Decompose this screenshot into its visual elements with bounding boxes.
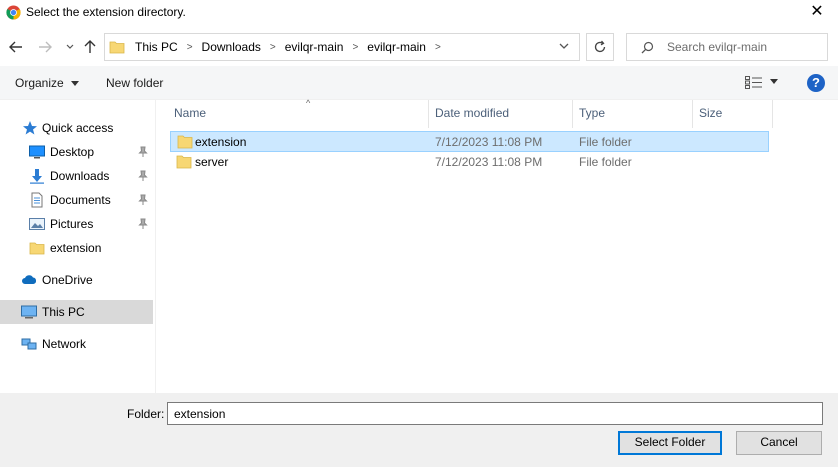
breadcrumb-this-pc[interactable]: This PC: [135, 40, 178, 54]
column-header-name[interactable]: Name ^: [168, 98, 429, 128]
arrow-up-icon: [84, 40, 96, 53]
chevron-down-icon: [66, 44, 74, 49]
pin-icon[interactable]: [138, 194, 148, 206]
folder-icon: [109, 41, 125, 54]
search-icon: [641, 41, 654, 54]
sidebar-item-downloads[interactable]: Downloads: [0, 164, 153, 188]
pin-icon[interactable]: [138, 218, 148, 230]
file-type: File folder: [579, 135, 632, 149]
breadcrumb: This PC > Downloads > evilqr-main > evil…: [135, 40, 450, 54]
folder-field[interactable]: [167, 402, 823, 425]
command-bar: Organize New folder ?: [0, 66, 838, 100]
sort-ascending-icon: ^: [306, 98, 311, 108]
pin-icon[interactable]: [138, 170, 148, 182]
sidebar-item-label: Downloads: [50, 169, 110, 183]
column-size-label: Size: [699, 106, 723, 120]
column-type-label: Type: [579, 106, 606, 120]
forward-button[interactable]: [37, 39, 53, 55]
view-details-icon[interactable]: [745, 76, 763, 89]
pictures-icon: [29, 218, 45, 230]
sidebar-item-onedrive[interactable]: OneDrive: [0, 268, 153, 292]
desktop-icon: [29, 145, 45, 159]
column-header-type[interactable]: Type: [573, 100, 693, 128]
file-name: server: [195, 155, 229, 169]
folder-icon: [176, 155, 192, 169]
address-dropdown-icon[interactable]: [559, 42, 569, 50]
breadcrumb-evilqr-main-current[interactable]: evilqr-main: [367, 40, 426, 54]
dialog-footer: Folder: Select Folder Cancel: [0, 393, 838, 467]
cloud-icon: [22, 275, 37, 284]
sidebar-item-this-pc[interactable]: This PC: [0, 300, 153, 324]
chrome-icon: [6, 5, 21, 20]
cancel-button[interactable]: Cancel: [736, 431, 822, 455]
help-button[interactable]: ?: [807, 74, 825, 92]
recent-locations-button[interactable]: [62, 39, 78, 55]
refresh-icon: [594, 40, 606, 53]
sidebar-item-label: This PC: [42, 305, 85, 319]
sidebar-item-label: Network: [42, 337, 87, 351]
sidebar-item-label: Desktop: [50, 145, 95, 159]
column-header-date[interactable]: Date modified: [429, 100, 573, 128]
navigation-bar: This PC > Downloads > evilqr-main > evil…: [0, 26, 838, 66]
close-button[interactable]: ✕: [806, 3, 828, 21]
sidebar-item-documents[interactable]: Documents: [0, 188, 153, 212]
sidebar-item-network[interactable]: Network: [0, 332, 153, 356]
up-button[interactable]: [82, 39, 98, 55]
organize-menu[interactable]: Organize: [15, 76, 80, 90]
chevron-right-icon[interactable]: >: [352, 42, 358, 53]
file-list: Name ^ Date modified Type Size extension…: [156, 98, 838, 393]
table-row[interactable]: server 7/12/2023 11:08 PM File folder: [170, 152, 769, 173]
sidebar-item-label: extension: [50, 241, 102, 255]
sidebar-item-label: Documents: [50, 193, 111, 207]
chevron-right-icon[interactable]: >: [187, 42, 193, 53]
chevron-right-icon[interactable]: >: [270, 42, 276, 53]
sidebar-item-extension[interactable]: extension: [0, 236, 153, 260]
sidebar-item-quick-access[interactable]: Quick access: [0, 116, 153, 140]
file-type: File folder: [579, 155, 632, 169]
navigation-pane: Quick access Desktop Downloads Documents…: [0, 100, 156, 393]
arrow-left-icon: [9, 41, 22, 53]
refresh-button[interactable]: [586, 33, 614, 61]
caret-down-icon: [71, 81, 80, 87]
table-row[interactable]: extension 7/12/2023 11:08 PM File folder: [170, 131, 769, 152]
pin-icon[interactable]: [138, 146, 148, 158]
breadcrumb-evilqr-main[interactable]: evilqr-main: [285, 40, 344, 54]
column-header-size[interactable]: Size: [693, 100, 773, 128]
title-bar: Select the extension directory. ✕: [0, 0, 838, 26]
sidebar-item-label: OneDrive: [42, 273, 93, 287]
star-icon: [23, 121, 37, 135]
organize-label: Organize: [15, 76, 64, 90]
arrow-right-icon: [39, 41, 52, 53]
folder-icon: [29, 242, 45, 255]
address-bar[interactable]: This PC > Downloads > evilqr-main > evil…: [104, 33, 580, 61]
chevron-right-icon[interactable]: >: [435, 42, 441, 53]
sidebar-item-label: Quick access: [42, 121, 114, 135]
sidebar-item-label: Pictures: [50, 217, 94, 231]
select-folder-button[interactable]: Select Folder: [618, 431, 722, 455]
sidebar-item-pictures[interactable]: Pictures: [0, 212, 153, 236]
folder-icon: [177, 135, 193, 149]
network-icon: [21, 338, 37, 350]
search-box[interactable]: Search evilqr-main: [626, 33, 828, 61]
document-icon: [31, 192, 43, 208]
window-title: Select the extension directory.: [26, 5, 186, 19]
column-date-label: Date modified: [435, 106, 510, 120]
breadcrumb-downloads[interactable]: Downloads: [202, 40, 261, 54]
sidebar-item-desktop[interactable]: Desktop: [0, 140, 153, 164]
computer-icon: [21, 305, 37, 319]
view-dropdown-icon[interactable]: [770, 79, 778, 84]
new-folder-button[interactable]: New folder: [106, 76, 163, 90]
file-date: 7/12/2023 11:08 PM: [435, 135, 543, 149]
file-date: 7/12/2023 11:08 PM: [435, 155, 543, 169]
column-name-label: Name: [174, 106, 207, 120]
download-icon: [30, 169, 44, 184]
file-name: extension: [195, 135, 247, 149]
search-input[interactable]: Search evilqr-main: [667, 40, 767, 54]
folder-label: Folder:: [127, 407, 165, 421]
back-button[interactable]: [8, 39, 24, 55]
